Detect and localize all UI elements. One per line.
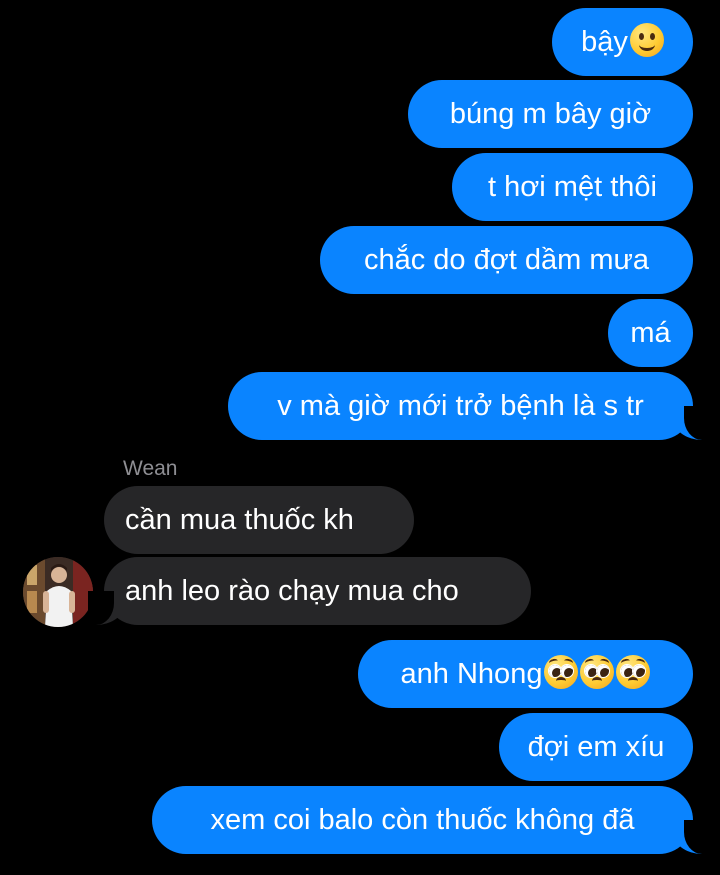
message-text: bậy (581, 26, 628, 58)
pleading-face-emoji-icon (544, 655, 579, 689)
message-bubble-outgoing[interactable]: chắc do đợt dầm mưa (320, 226, 693, 294)
avatar-photo-icon (23, 557, 93, 627)
message-bubble-outgoing[interactable]: v mà giờ mới trở bệnh là s tr (228, 372, 693, 440)
message-text: búng m bây giờ (449, 98, 652, 130)
message-bubble-outgoing[interactable]: búng m bây giờ (408, 80, 693, 148)
pleading-face-emoji-icon (616, 655, 651, 689)
pleading-face-emoji-icon (580, 655, 615, 689)
slightly-smiling-face-emoji-icon (629, 23, 664, 57)
message-text: xem coi balo còn thuốc không đã (210, 804, 635, 836)
message-bubble-incoming[interactable]: cần mua thuốc kh (104, 486, 414, 554)
message-bubble-outgoing[interactable]: t hơi mệt thôi (452, 153, 693, 221)
bubble-tail (672, 406, 710, 440)
message-text: anh Nhong (400, 658, 543, 690)
message-text: t hơi mệt thôi (488, 171, 657, 203)
contact-avatar[interactable] (23, 557, 93, 627)
message-bubble-outgoing[interactable]: má (608, 299, 693, 367)
message-bubble-outgoing[interactable]: anh Nhong (358, 640, 693, 708)
message-text: v mà giờ mới trở bệnh là s tr (277, 390, 644, 422)
bubble-tail (672, 820, 710, 854)
message-text: chắc do đợt dầm mưa (363, 244, 650, 276)
message-text: anh leo rào chạy mua cho (125, 575, 459, 607)
message-text: cần mua thuốc kh (125, 504, 354, 536)
sender-name: Wean (123, 457, 178, 480)
message-bubble-outgoing[interactable]: xem coi balo còn thuốc không đã (152, 786, 693, 854)
message-text: má (630, 317, 671, 349)
message-bubble-outgoing[interactable]: bậy (552, 8, 693, 76)
message-text: đợi em xíu (527, 731, 665, 763)
message-bubble-incoming[interactable]: anh leo rào chạy mua cho (104, 557, 531, 625)
message-bubble-outgoing[interactable]: đợi em xíu (499, 713, 693, 781)
